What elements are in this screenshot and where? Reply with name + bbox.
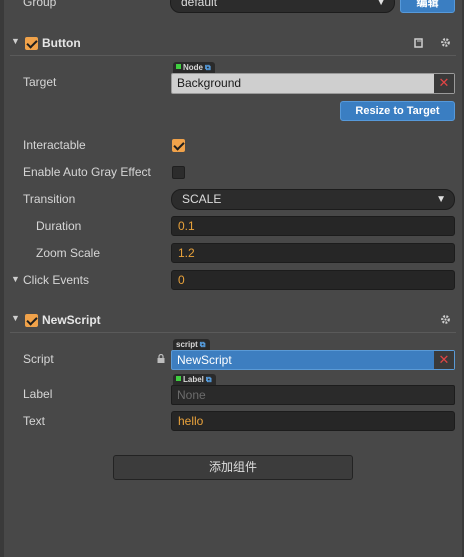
script-label: Script: [23, 352, 54, 366]
click-events-label: Click Events: [23, 273, 90, 287]
label-property-label: Label: [23, 387, 53, 401]
click-events-expand-icon[interactable]: ▼: [11, 274, 20, 284]
label-type-tag: Label ⧉: [173, 374, 216, 385]
edit-group-button[interactable]: 编辑: [400, 0, 455, 13]
external-link-icon[interactable]: ⧉: [206, 375, 212, 384]
add-component-button[interactable]: 添加组件: [113, 455, 353, 480]
target-value: Background: [177, 76, 242, 90]
duration-label: Duration: [36, 219, 82, 233]
group-value: default: [181, 0, 218, 9]
script-value: NewScript: [177, 353, 232, 367]
label-placeholder: None: [177, 388, 206, 402]
chevron-down-icon: ▼: [376, 0, 386, 8]
button-enabled-checkbox[interactable]: [25, 37, 38, 50]
script-field[interactable]: NewScript ✕: [171, 350, 455, 370]
gear-icon[interactable]: [440, 314, 451, 325]
transition-value: SCALE: [182, 192, 222, 206]
auto-gray-checkbox[interactable]: [172, 166, 185, 179]
panel-left-edge: [0, 0, 4, 557]
duration-input[interactable]: 0.1: [171, 216, 455, 236]
resize-to-target-button[interactable]: Resize to Target: [340, 101, 455, 121]
transition-dropdown[interactable]: SCALE ▼: [171, 189, 455, 210]
newscript-section-header[interactable]: ▼ NewScript: [4, 308, 458, 332]
lock-icon: [157, 354, 165, 363]
button-section-header[interactable]: ▼ Button: [4, 31, 458, 55]
gear-icon[interactable]: [440, 37, 451, 48]
button-section-title: Button: [42, 36, 81, 50]
node-color-marker: [176, 64, 181, 69]
target-field[interactable]: Background ✕: [171, 73, 455, 94]
interactable-checkbox[interactable]: [172, 139, 185, 152]
text-input[interactable]: hello: [171, 411, 455, 431]
newscript-enabled-checkbox[interactable]: [25, 314, 38, 327]
script-type-tag: script ⧉: [173, 339, 210, 350]
section-divider: [10, 55, 456, 56]
text-property-label: Text: [23, 414, 46, 428]
newscript-section-title: NewScript: [42, 313, 101, 327]
target-label: Target: [23, 75, 57, 89]
group-label: Group: [23, 0, 57, 9]
label-field[interactable]: None: [171, 385, 455, 405]
interactable-label: Interactable: [23, 138, 86, 152]
clear-script-icon[interactable]: ✕: [437, 352, 451, 368]
collapse-triangle-icon[interactable]: ▼: [11, 36, 20, 46]
click-events-count-input[interactable]: 0: [171, 270, 455, 290]
help-book-icon[interactable]: [414, 38, 424, 48]
group-dropdown[interactable]: default ▼: [170, 0, 395, 13]
zoom-scale-label: Zoom Scale: [36, 246, 101, 260]
collapse-triangle-icon[interactable]: ▼: [11, 313, 20, 323]
label-color-marker: [176, 376, 181, 381]
transition-label: Transition: [23, 192, 76, 206]
zoom-scale-input[interactable]: 1.2: [171, 243, 455, 263]
node-type-tag: Node ⧉: [173, 62, 215, 73]
auto-gray-label: Enable Auto Gray Effect: [23, 165, 151, 179]
external-link-icon[interactable]: ⧉: [200, 340, 206, 349]
section-divider: [10, 332, 456, 333]
chevron-down-icon: ▼: [436, 194, 446, 205]
clear-target-icon[interactable]: ✕: [437, 75, 451, 91]
external-link-icon[interactable]: ⧉: [205, 63, 211, 72]
